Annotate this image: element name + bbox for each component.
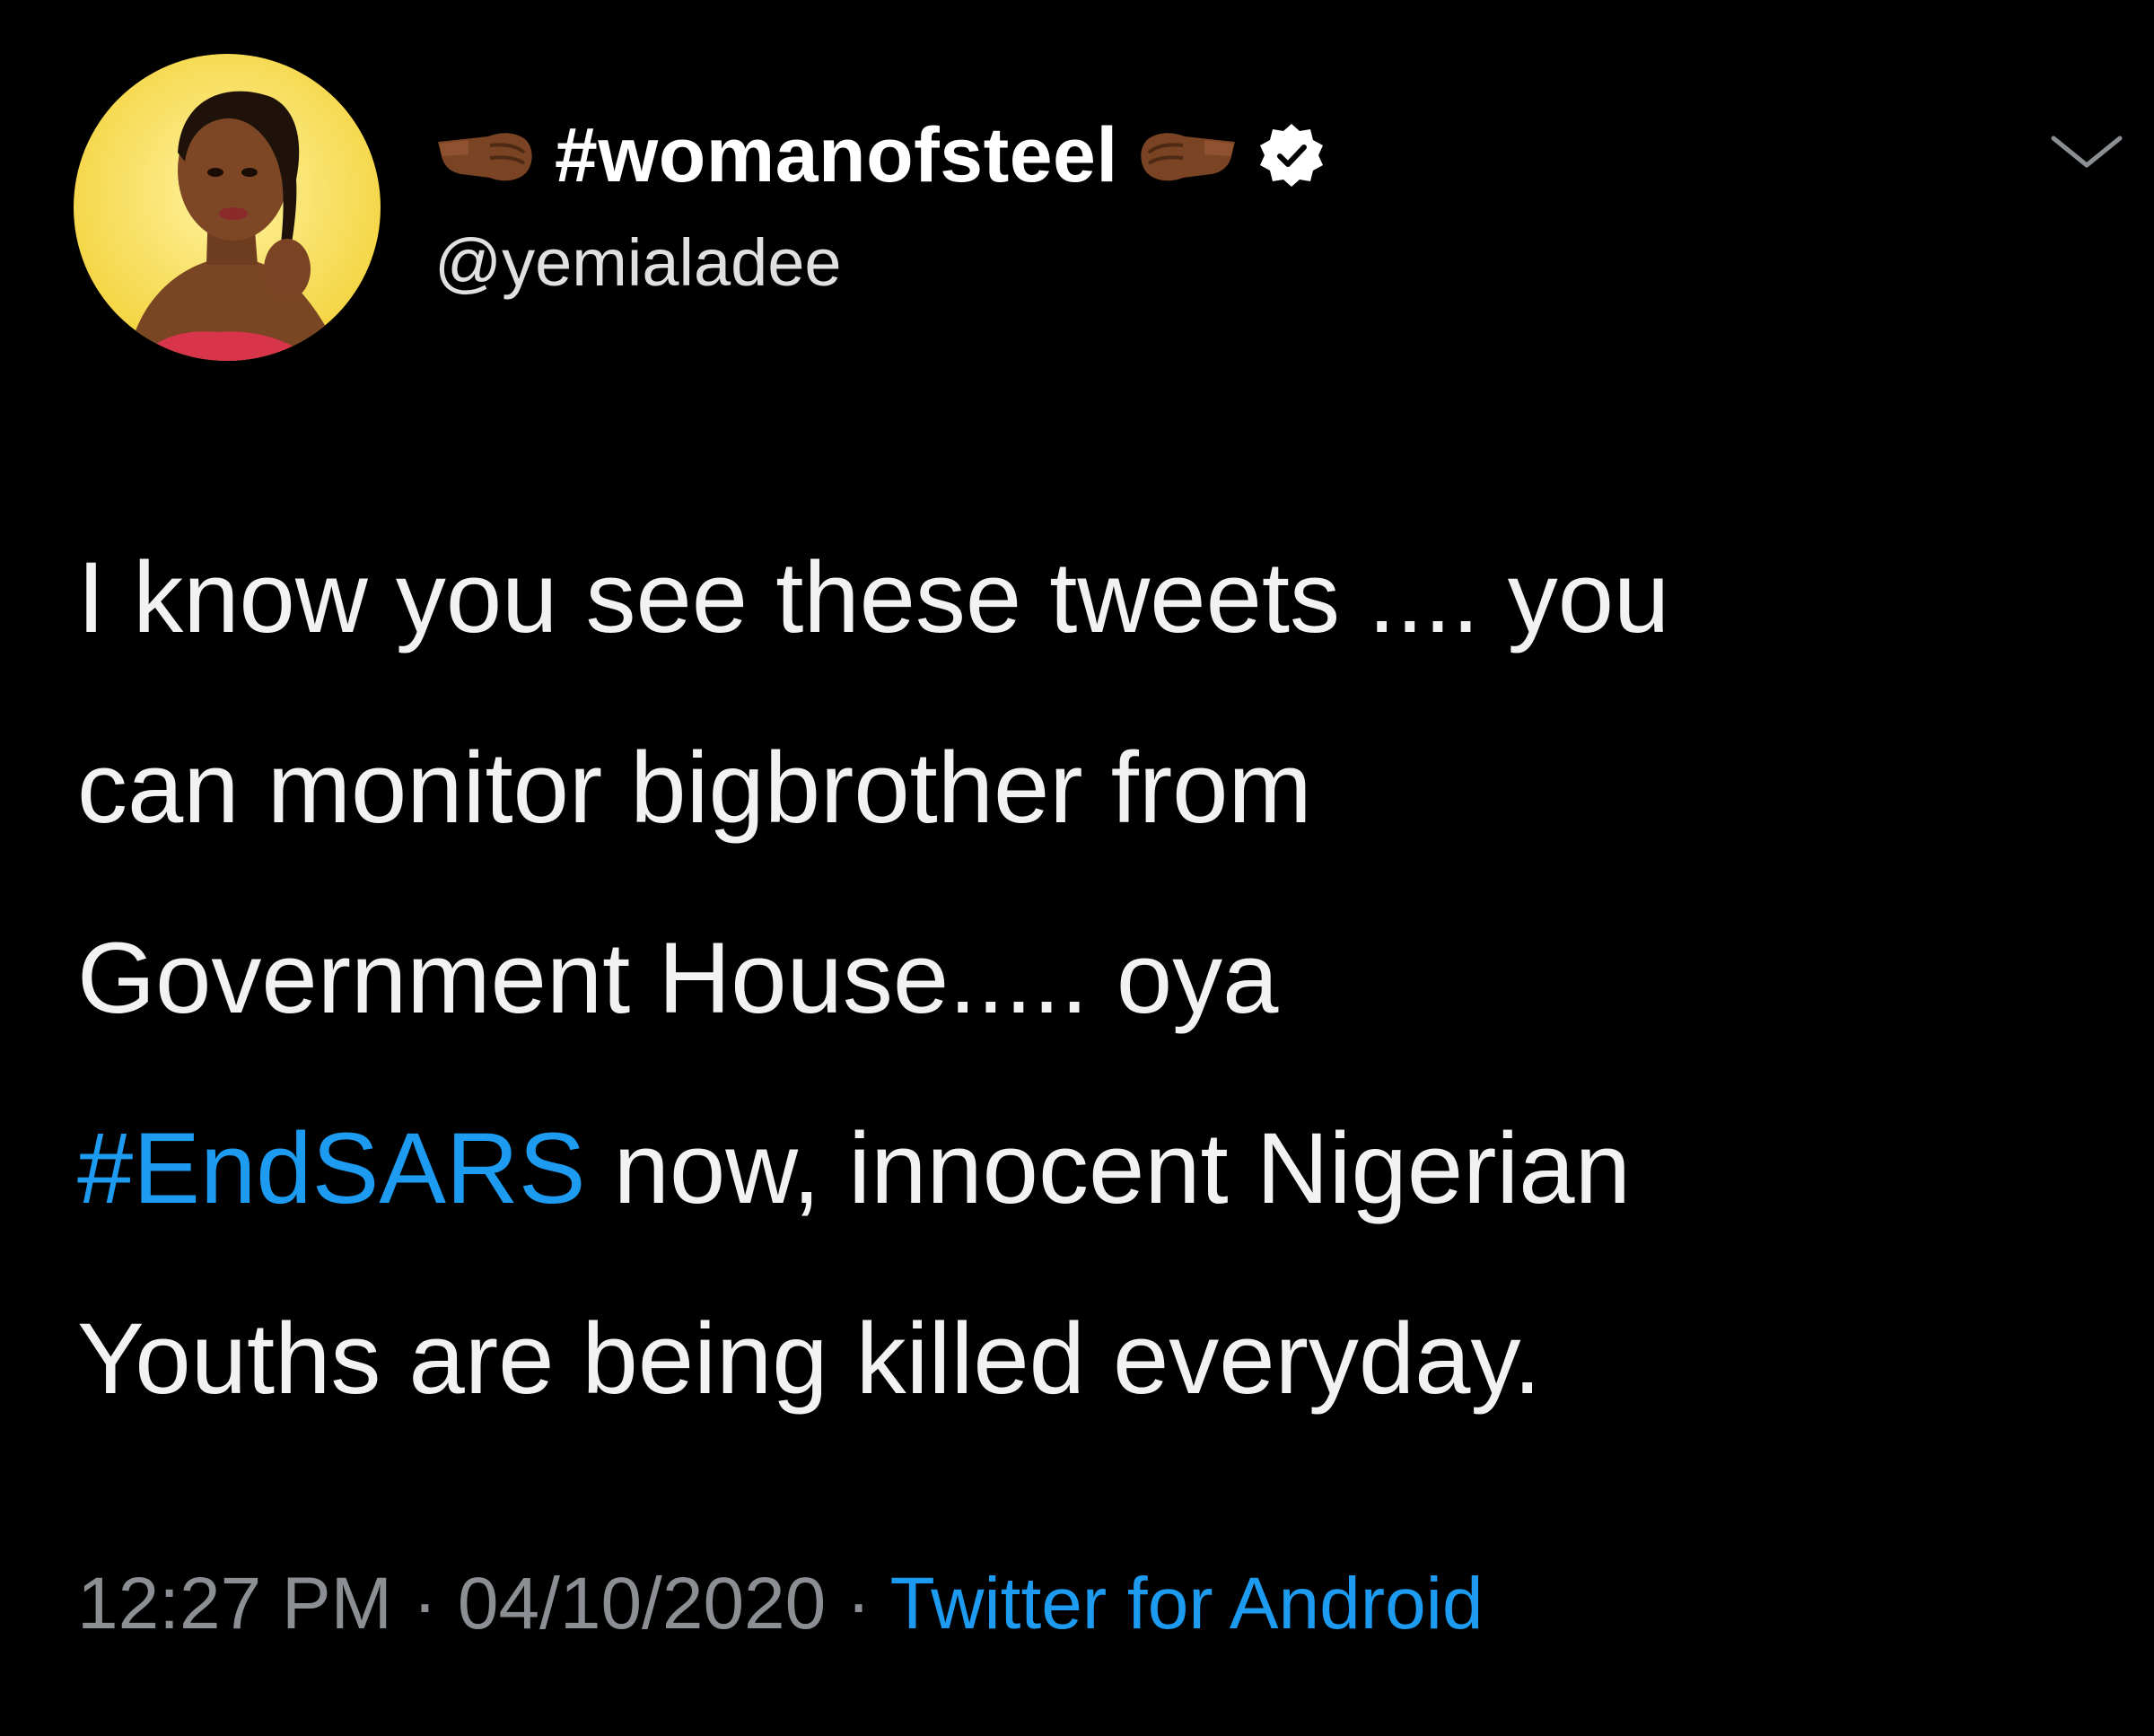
tweet-text-line: #EndSARS now, innocent Nigerian — [77, 1074, 2097, 1264]
left-facing-fist-icon — [434, 124, 538, 187]
tweet-text-line: can monitor bigbrother from — [77, 732, 1312, 844]
tweet-text: I know you see these tweets .... you can… — [77, 503, 2097, 1454]
tweet-text-line: I know you see these tweets .... you — [77, 541, 1670, 653]
tweet: #womanofsteel @yemialadee I know you see… — [0, 0, 2154, 1736]
tweet-text-line: Youths are being killed everyday. — [77, 1302, 1542, 1415]
right-facing-fist-icon — [1134, 124, 1239, 187]
meta-separator: · — [391, 1563, 458, 1644]
avatar[interactable] — [74, 54, 381, 361]
tweet-text-segment: now, innocent Nigerian — [585, 1112, 1631, 1224]
tweet-date[interactable]: 04/10/2020 — [458, 1563, 826, 1644]
chevron-down-icon[interactable] — [2046, 126, 2127, 180]
hashtag-link[interactable]: #EndSARS — [77, 1112, 586, 1224]
user-handle[interactable]: @yemialadee — [434, 224, 842, 301]
display-name[interactable]: #womanofsteel — [555, 111, 1118, 200]
avatar-image — [74, 54, 381, 361]
tweet-text-line: Government House..... oya — [77, 922, 1279, 1034]
verified-badge-icon — [1258, 122, 1325, 189]
tweet-meta: 12:27 PM · 04/10/2020 · Twitter for Andr… — [77, 1562, 1484, 1646]
meta-separator: · — [826, 1563, 890, 1644]
tweet-source-link[interactable]: Twitter for Android — [890, 1563, 1484, 1644]
name-row: #womanofsteel — [434, 106, 1325, 205]
tweet-time[interactable]: 12:27 PM — [77, 1563, 392, 1644]
